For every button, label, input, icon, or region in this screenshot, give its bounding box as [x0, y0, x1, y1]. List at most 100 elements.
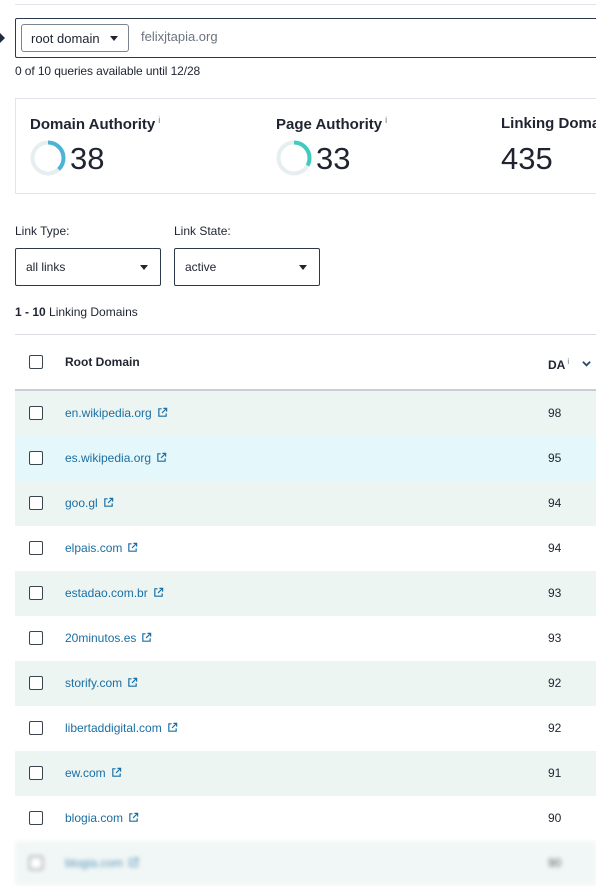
domain-name: en.wikipedia.org: [65, 406, 152, 420]
table-row: storify.com 92: [15, 661, 596, 706]
panel-pointer: [0, 33, 5, 43]
caret-down-icon: [140, 265, 148, 270]
domain-name: blogia.com: [65, 811, 124, 825]
info-icon[interactable]: i: [385, 115, 387, 125]
row-checkbox[interactable]: [29, 811, 43, 825]
table-row: ew.com 91: [15, 751, 596, 796]
table-row: blogia.com 90: [15, 841, 596, 886]
link-type-label: Link Type:: [15, 224, 70, 238]
domain-name: blogia.com: [65, 856, 124, 870]
domain-link[interactable]: 20minutos.es: [65, 631, 152, 645]
external-link-icon[interactable]: [141, 632, 152, 643]
row-checkbox[interactable]: [29, 856, 43, 870]
linking-domains-table: Root Domain DA i en.wikipedia.org 98 es.wik…: [15, 334, 596, 886]
domain-link[interactable]: libertaddigital.com: [65, 721, 178, 735]
link-type-value: all links: [26, 260, 66, 274]
external-link-icon[interactable]: [103, 497, 114, 508]
table-header: Root Domain DA i: [15, 334, 596, 391]
domain-link[interactable]: blogia.com: [65, 811, 139, 825]
external-link-icon[interactable]: [127, 677, 138, 688]
table-row: en.wikipedia.org 98: [15, 391, 596, 436]
external-link-icon[interactable]: [111, 767, 122, 778]
table-row: goo.gl 94: [15, 481, 596, 526]
link-type-dropdown[interactable]: all links: [15, 248, 161, 286]
domain-search-input[interactable]: [141, 29, 541, 44]
domain-name: goo.gl: [65, 496, 98, 510]
domain-name: elpais.com: [65, 541, 123, 555]
row-checkbox[interactable]: [29, 631, 43, 645]
domain-link[interactable]: elpais.com: [65, 541, 138, 555]
domain-link[interactable]: blogia.com: [65, 856, 139, 870]
external-link-icon[interactable]: [153, 587, 164, 598]
table-row: blogia.com 90: [15, 796, 596, 841]
external-link-icon[interactable]: [157, 407, 168, 418]
row-checkbox[interactable]: [29, 766, 43, 780]
domain-link[interactable]: ew.com: [65, 766, 122, 780]
domain-authority-value: 90: [548, 811, 562, 825]
row-checkbox[interactable]: [29, 406, 43, 420]
domain-name: ew.com: [65, 766, 106, 780]
search-bar: root domain: [15, 18, 596, 58]
column-header-da-label: DA: [548, 358, 566, 372]
table-row: elpais.com 94: [15, 526, 596, 571]
domain-link[interactable]: estadao.com.br: [65, 586, 164, 600]
domain-authority-value: 93: [548, 586, 562, 600]
row-checkbox[interactable]: [29, 496, 43, 510]
domain-name: 20minutos.es: [65, 631, 137, 645]
info-icon[interactable]: i: [158, 115, 160, 125]
scope-dropdown-label: root domain: [31, 31, 100, 46]
table-row: estadao.com.br 93: [15, 571, 596, 616]
results-range-label: Linking Domains: [49, 305, 138, 319]
domain-name: libertaddigital.com: [65, 721, 162, 735]
domain-authority-value: 95: [548, 451, 562, 465]
link-state-value: active: [185, 260, 217, 274]
external-link-icon[interactable]: [156, 452, 167, 463]
domain-authority-value: 94: [548, 541, 562, 555]
domain-authority-value: 91: [548, 766, 562, 780]
link-state-dropdown[interactable]: active: [174, 248, 320, 286]
domain-name: es.wikipedia.org: [65, 451, 152, 465]
domain-authority-value: 93: [548, 631, 562, 645]
domain-link[interactable]: storify.com: [65, 676, 138, 690]
results-range: 1 - 10 Linking Domains: [15, 305, 138, 319]
metric-title: Domain Authority: [30, 116, 156, 133]
external-link-icon[interactable]: [127, 542, 138, 553]
select-all-checkbox[interactable]: [29, 355, 43, 369]
domain-name: storify.com: [65, 676, 123, 690]
progress-ring-icon: [276, 140, 312, 176]
domain-link[interactable]: es.wikipedia.org: [65, 451, 167, 465]
column-header-root-domain[interactable]: Root Domain: [65, 355, 140, 369]
domain-authority-value: 92: [548, 676, 562, 690]
row-checkbox[interactable]: [29, 541, 43, 555]
info-icon[interactable]: i: [567, 357, 569, 366]
link-state-label: Link State:: [174, 224, 231, 238]
domain-link[interactable]: en.wikipedia.org: [65, 406, 168, 420]
external-link-icon[interactable]: [128, 812, 139, 823]
table-row: libertaddigital.com 92: [15, 706, 596, 751]
external-link-icon[interactable]: [167, 722, 178, 733]
metric-value: 33: [316, 141, 351, 176]
domain-name: estadao.com.br: [65, 586, 148, 600]
external-link-icon[interactable]: [128, 857, 139, 868]
column-header-da[interactable]: DA i: [548, 357, 569, 372]
row-checkbox[interactable]: [29, 586, 43, 600]
row-checkbox[interactable]: [29, 451, 43, 465]
domain-authority-value: 94: [548, 496, 562, 510]
metric-value: 38: [70, 141, 105, 176]
table-body: en.wikipedia.org 98 es.wikipedia.org 95 goo.…: [15, 391, 596, 886]
scope-dropdown[interactable]: root domain: [21, 24, 129, 52]
domain-link[interactable]: goo.gl: [65, 496, 114, 510]
domain-authority-value: 90: [548, 856, 562, 870]
results-range-span: 1 - 10: [15, 305, 46, 319]
caret-down-icon: [110, 36, 118, 41]
top-divider: [15, 4, 596, 5]
caret-down-icon: [299, 265, 307, 270]
sort-chevron-down-icon[interactable]: [582, 359, 591, 368]
row-checkbox[interactable]: [29, 676, 43, 690]
query-quota-text: 0 of 10 queries available until 12/28: [15, 64, 201, 78]
progress-ring-icon: [30, 140, 66, 176]
metric-title: Page Authority: [276, 116, 383, 133]
row-checkbox[interactable]: [29, 721, 43, 735]
metric-value: 435: [501, 141, 553, 176]
domain-authority-value: 92: [548, 721, 562, 735]
